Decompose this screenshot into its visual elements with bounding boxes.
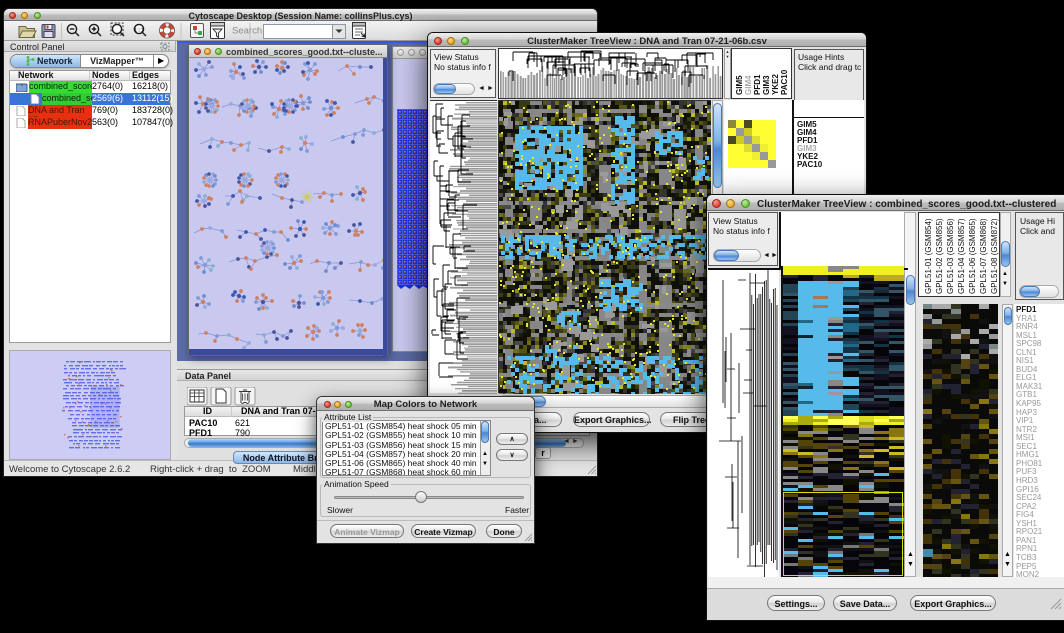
svg-text:Search:: Search: bbox=[232, 26, 265, 37]
svg-text:1:1: 1:1 bbox=[134, 27, 145, 34]
